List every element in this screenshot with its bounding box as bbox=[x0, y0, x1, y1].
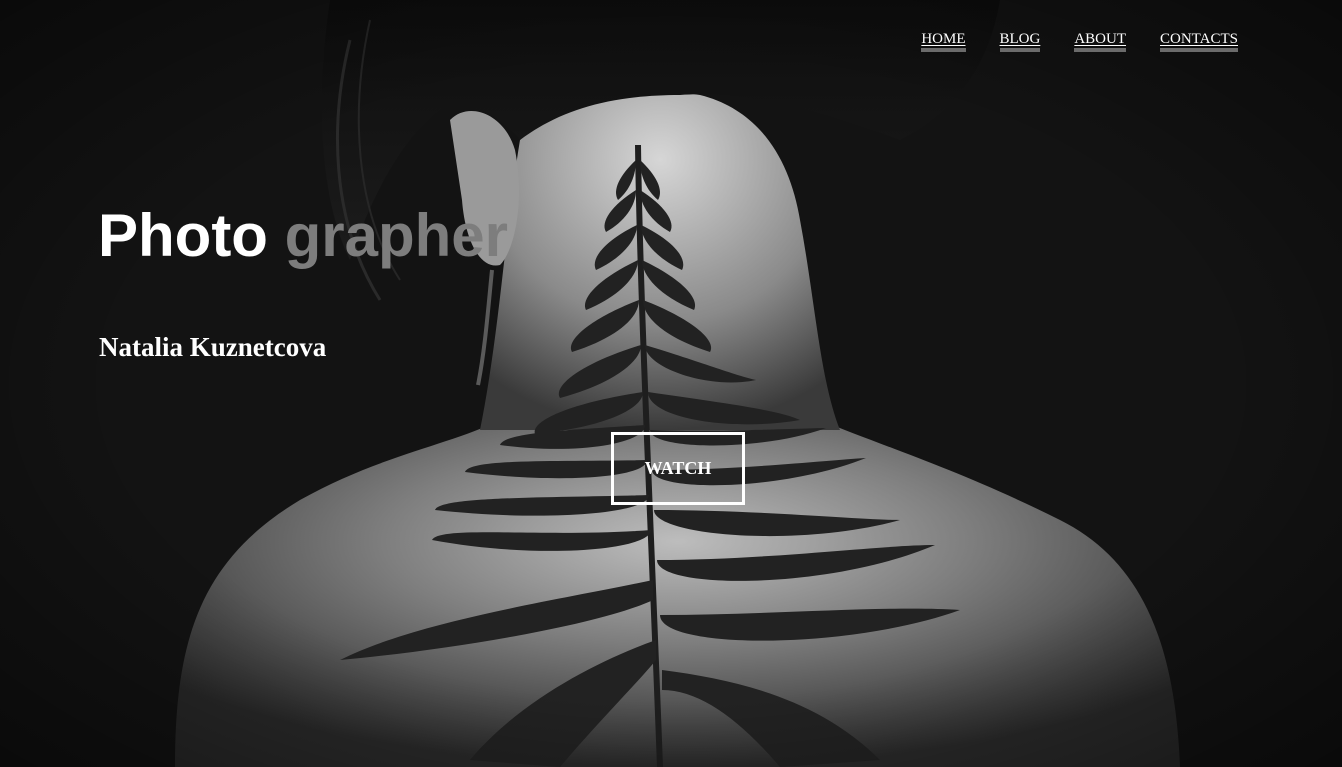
hero-title-word-photo: Photo bbox=[98, 202, 268, 269]
nav-blog-link[interactable]: BLOG bbox=[999, 30, 1041, 52]
hero-subtitle-name: Natalia Kuznetcova bbox=[99, 332, 327, 362]
nav-home-link[interactable]: HOME bbox=[921, 30, 966, 52]
hero-section: HOME BLOG ABOUT CONTACTS Photo grapher N… bbox=[0, 0, 1342, 767]
hero-background-photo bbox=[0, 0, 1342, 767]
nav-contacts-link[interactable]: CONTACTS bbox=[1160, 30, 1238, 52]
nav-about-link[interactable]: ABOUT bbox=[1074, 30, 1127, 52]
hero-title: Photo grapher bbox=[98, 198, 508, 274]
hero-title-word-grapher: grapher bbox=[284, 202, 509, 269]
main-navigation: HOME BLOG ABOUT CONTACTS bbox=[921, 30, 1238, 52]
watch-button[interactable]: WATCH bbox=[611, 432, 745, 505]
